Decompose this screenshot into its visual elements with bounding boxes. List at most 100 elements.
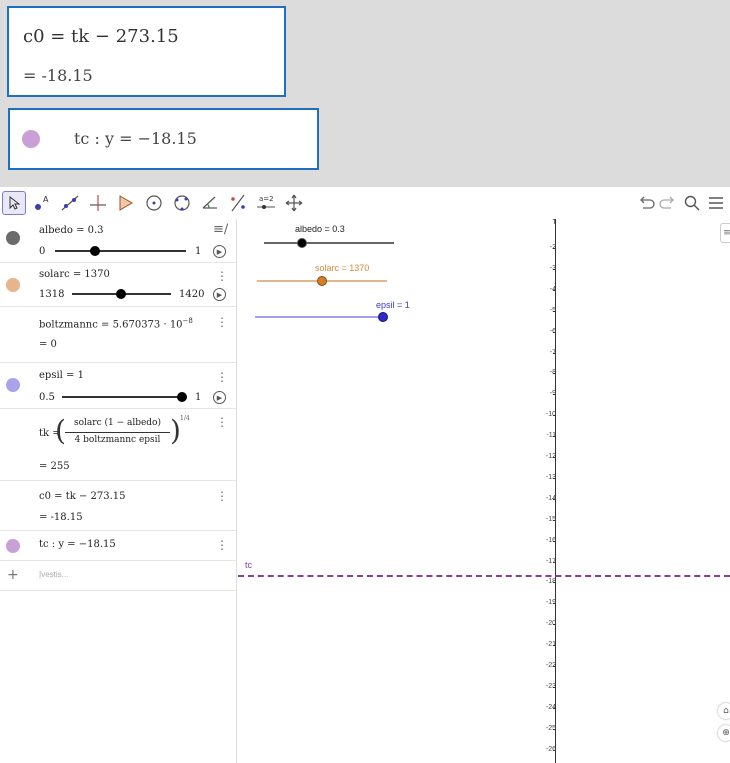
move-graphics-icon[interactable] bbox=[282, 191, 306, 215]
tc-more-icon[interactable]: ⋮ bbox=[216, 538, 228, 552]
svg-text:a=2: a=2 bbox=[259, 195, 274, 203]
algebra-view: albedo = 0.3 0 1 ▶ ≡∕ solarc = 1370 ⋮ 13… bbox=[0, 219, 237, 763]
y-tick-mark bbox=[553, 603, 556, 605]
epsil-slider-knob[interactable] bbox=[177, 392, 187, 402]
albedo-play-icon[interactable]: ▶ bbox=[213, 245, 226, 258]
epsil-definition: epsil = 1 bbox=[39, 370, 84, 381]
algebra-sort-icon[interactable]: ≡∕ bbox=[213, 222, 228, 237]
geogebra-app: A a=2 albedo = 0.3 0 1 ▶ ≡∕ solarc = 137… bbox=[0, 187, 730, 763]
albedo-slider-knob[interactable] bbox=[90, 246, 100, 256]
epsil-graphic-slider-track[interactable] bbox=[255, 316, 385, 318]
albedo-slider-max: 1 bbox=[195, 246, 202, 257]
line-tool-icon[interactable] bbox=[58, 191, 82, 215]
callout-tc-marble bbox=[22, 130, 40, 148]
y-tick-mark bbox=[553, 498, 556, 500]
boltzmannc-result: = 0 bbox=[39, 339, 57, 350]
point-tool-icon[interactable]: A bbox=[30, 191, 54, 215]
y-tick-mark bbox=[553, 310, 556, 312]
zoom-in-icon[interactable]: ⊕ bbox=[718, 725, 730, 741]
epsil-graphic-label: epsil = 1 bbox=[376, 300, 410, 310]
epsil-slider-track[interactable] bbox=[62, 396, 186, 398]
callout-tc-definition: tc : y = −18.15 bbox=[74, 129, 197, 148]
epsil-graphic-slider-knob[interactable] bbox=[378, 312, 388, 322]
solarc-slider-min: 1318 bbox=[39, 289, 65, 300]
algebra-input[interactable]: Įvestis... bbox=[39, 570, 68, 579]
hamburger-menu-icon[interactable] bbox=[704, 191, 728, 215]
algebra-row-c0[interactable]: c0 = tk − 273.15 ⋮ = -18.15 bbox=[0, 481, 237, 531]
redo-icon[interactable] bbox=[656, 191, 680, 215]
y-tick-mark bbox=[553, 686, 556, 688]
solarc-slider-knob[interactable] bbox=[116, 289, 126, 299]
undo-icon[interactable] bbox=[634, 191, 658, 215]
tk-more-icon[interactable]: ⋮ bbox=[216, 415, 228, 429]
add-item-icon[interactable]: + bbox=[7, 567, 19, 583]
solarc-graphic-slider-knob[interactable] bbox=[317, 276, 327, 286]
albedo-visibility-marble[interactable] bbox=[6, 231, 20, 245]
graphics-view[interactable]: albedo = 0.3 solarc = 1370 epsil = 1 ↑ -… bbox=[238, 219, 730, 763]
algebra-input-row[interactable]: + Įvestis... bbox=[0, 561, 237, 591]
tc-visibility-marble[interactable] bbox=[6, 539, 20, 553]
tc-definition: tc : y = −18.15 bbox=[39, 539, 116, 550]
solarc-play-icon[interactable]: ▶ bbox=[213, 288, 226, 301]
y-tick-mark bbox=[553, 540, 556, 542]
y-tick-mark bbox=[553, 707, 556, 709]
y-tick-mark bbox=[553, 749, 556, 751]
algebra-row-albedo[interactable]: albedo = 0.3 0 1 ▶ ≡∕ bbox=[0, 219, 237, 263]
home-view-icon[interactable]: ⌂ bbox=[718, 703, 730, 719]
polygon-tool-icon[interactable] bbox=[114, 191, 138, 215]
tk-fraction-bar bbox=[65, 432, 170, 433]
angle-tool-icon[interactable] bbox=[198, 191, 222, 215]
c0-more-icon[interactable]: ⋮ bbox=[216, 489, 228, 503]
epsil-play-icon[interactable]: ▶ bbox=[213, 391, 226, 404]
tk-result: = 255 bbox=[39, 461, 70, 472]
tc-line[interactable] bbox=[238, 575, 730, 577]
y-tick-mark bbox=[553, 436, 556, 438]
epsil-more-icon[interactable]: ⋮ bbox=[216, 370, 228, 384]
boltzmannc-more-icon[interactable]: ⋮ bbox=[216, 315, 228, 329]
y-tick-mark bbox=[553, 394, 556, 396]
algebra-row-epsil[interactable]: epsil = 1 ⋮ 0.5 1 ▶ bbox=[0, 363, 237, 409]
algebra-row-tc[interactable]: tc : y = −18.15 ⋮ bbox=[0, 531, 237, 561]
reflect-tool-icon[interactable] bbox=[226, 191, 250, 215]
perpendicular-tool-icon[interactable] bbox=[86, 191, 110, 215]
search-icon[interactable] bbox=[680, 191, 704, 215]
solarc-visibility-marble[interactable] bbox=[6, 278, 20, 292]
y-tick-mark bbox=[553, 373, 556, 375]
epsil-visibility-marble[interactable] bbox=[6, 378, 20, 392]
move-tool-icon[interactable] bbox=[2, 191, 26, 215]
y-axis bbox=[555, 219, 556, 763]
y-tick-mark bbox=[553, 268, 556, 270]
solarc-more-icon[interactable]: ⋮ bbox=[216, 269, 228, 283]
zoomed-callout-c0: c0 = tk − 273.15 = -18.15 bbox=[7, 6, 286, 97]
callout-c0-definition: c0 = tk − 273.15 bbox=[23, 26, 179, 47]
algebra-row-boltzmannc[interactable]: boltzmannc = 5.670373 · 10−8 ⋮ = 0 bbox=[0, 307, 237, 363]
albedo-graphic-slider-track[interactable] bbox=[264, 242, 394, 244]
y-tick-mark bbox=[553, 519, 556, 521]
algebra-row-tk[interactable]: tk = ( solarc (1 − albedo) 4 boltzmannc … bbox=[0, 409, 237, 481]
slider-tool-icon[interactable]: a=2 bbox=[254, 191, 278, 215]
c0-result: = -18.15 bbox=[39, 512, 83, 523]
style-bar-toggle-icon[interactable]: ≡ bbox=[720, 223, 730, 243]
tk-exponent: 1/4 bbox=[180, 415, 190, 422]
boltzmannc-definition: boltzmannc = 5.670373 · 10−8 bbox=[39, 317, 193, 331]
circle-three-points-icon[interactable] bbox=[170, 191, 194, 215]
y-tick-mark bbox=[553, 457, 556, 458]
tk-numerator: solarc (1 − albedo) bbox=[73, 418, 161, 428]
y-tick-mark bbox=[553, 477, 556, 479]
tk-denominator: 4 boltzmannc epsil bbox=[74, 435, 161, 445]
circle-tool-icon[interactable] bbox=[142, 191, 166, 215]
y-tick-mark bbox=[553, 728, 556, 730]
toolbar: A a=2 bbox=[0, 187, 730, 219]
y-tick-mark bbox=[553, 352, 556, 354]
y-tick-mark bbox=[553, 415, 556, 417]
y-tick-mark bbox=[553, 645, 556, 647]
y-tick-mark bbox=[553, 289, 556, 291]
algebra-row-solarc[interactable]: solarc = 1370 ⋮ 1318 1420 ▶ bbox=[0, 263, 237, 307]
y-tick-mark bbox=[553, 582, 556, 584]
solarc-slider-max: 1420 bbox=[179, 289, 205, 300]
albedo-graphic-slider-knob[interactable] bbox=[297, 238, 307, 248]
albedo-slider-track[interactable] bbox=[55, 250, 186, 252]
y-axis-arrow-icon: ↑ bbox=[551, 219, 558, 226]
epsil-slider-min: 0.5 bbox=[39, 392, 55, 403]
albedo-graphic-label: albedo = 0.3 bbox=[295, 224, 345, 234]
